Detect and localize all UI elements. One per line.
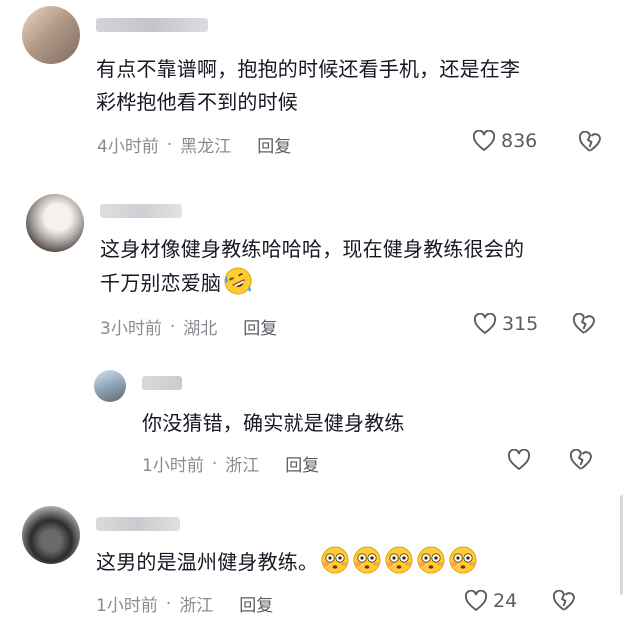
scrollbar[interactable] (620, 495, 623, 595)
comment-text-line: 彩桦抱他看不到的时候 (96, 90, 298, 114)
timestamp: 1小时前 (142, 456, 204, 476)
broken-heart-icon[interactable] (552, 590, 576, 612)
like-button[interactable]: 836 (472, 130, 537, 152)
timestamp: 4小时前 (97, 137, 159, 157)
broken-heart-icon[interactable] (569, 449, 593, 471)
location: 黑龙江 (180, 137, 232, 157)
separator-dot: · (166, 134, 173, 155)
comment-text: 有点不靠谱啊，抱抱的时候还看手机，还是在李 彩桦抱他看不到的时候 (96, 53, 596, 119)
reply-button[interactable]: 回复 (285, 451, 319, 476)
username-blurred[interactable] (96, 18, 208, 32)
username-blurred[interactable] (100, 204, 182, 218)
location: 湖北 (183, 319, 218, 339)
comment-text-fragment: 这男的是温州健身教练。 (96, 550, 319, 574)
reply-button[interactable]: 回复 (243, 314, 277, 339)
comment-text-line: 千万别恋爱脑 (100, 266, 600, 300)
like-count: 836 (501, 130, 538, 152)
emoji-group (318, 546, 478, 574)
heart-outline-icon (473, 313, 497, 334)
like-count: 315 (502, 313, 539, 335)
flushed-emoji (353, 546, 381, 574)
avatar[interactable] (94, 370, 126, 402)
avatar[interactable] (22, 506, 80, 564)
comment-text: 你没猜错，确实就是健身教练 (142, 407, 582, 440)
reply-button[interactable]: 回复 (257, 132, 291, 157)
separator-dot: · (211, 453, 218, 474)
comment-text-line: 你没猜错，确实就是健身教练 (142, 411, 405, 435)
timestamp: 1小时前 (96, 596, 158, 616)
comment-meta: 1小时前 · 浙江 回复 (142, 451, 319, 477)
separator-dot: · (165, 593, 172, 614)
username-blurred[interactable] (142, 376, 182, 390)
timestamp: 3小时前 (100, 319, 162, 339)
comment-meta: 4小时前 · 黑龙江 回复 (97, 132, 291, 158)
separator-dot: · (169, 316, 176, 337)
broken-heart-icon[interactable] (572, 313, 596, 335)
heart-outline-icon (507, 449, 531, 470)
rofl-emoji (224, 267, 252, 295)
flushed-emoji (321, 546, 349, 574)
avatar[interactable] (26, 194, 84, 252)
like-count: 24 (493, 590, 518, 612)
comment-meta: 3小时前 · 湖北 回复 (100, 314, 277, 340)
comment-text-line: 这身材像健身教练哈哈哈，现在健身教练很会的 (100, 237, 525, 261)
username-blurred[interactable] (96, 517, 180, 531)
broken-heart-icon[interactable] (578, 131, 602, 153)
flushed-emoji (417, 546, 445, 574)
avatar[interactable] (22, 6, 80, 64)
flushed-emoji (449, 546, 477, 574)
comment-text: 这男的是温州健身教练。 (96, 545, 596, 579)
comment-text-line: 这男的是温州健身教练。 (96, 545, 596, 579)
comment-text-line: 有点不靠谱啊，抱抱的时候还看手机，还是在李 (96, 57, 521, 81)
like-button[interactable] (507, 449, 531, 471)
comment-meta: 1小时前 · 浙江 回复 (96, 591, 273, 617)
comment-text-fragment: 千万别恋爱脑 (100, 271, 222, 295)
heart-outline-icon (472, 130, 496, 151)
reply-button[interactable]: 回复 (239, 591, 273, 616)
like-button[interactable]: 315 (473, 313, 538, 335)
like-button[interactable]: 24 (464, 590, 517, 612)
location: 浙江 (225, 456, 260, 476)
flushed-emoji (385, 546, 413, 574)
comment-text: 这身材像健身教练哈哈哈，现在健身教练很会的 千万别恋爱脑 (100, 233, 600, 300)
location: 浙江 (179, 596, 214, 616)
heart-outline-icon (464, 590, 488, 611)
